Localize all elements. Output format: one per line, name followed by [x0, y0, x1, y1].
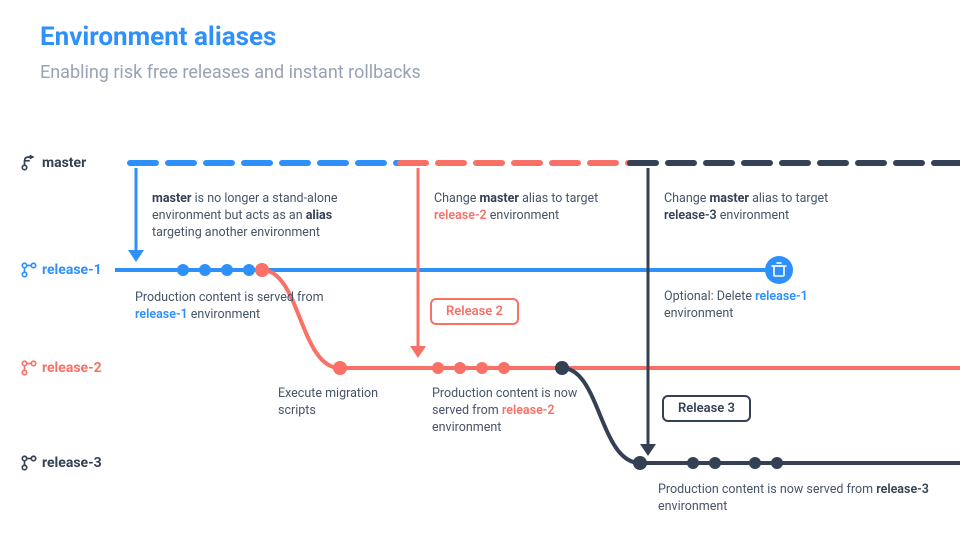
caption-served-r3: Production content is now served from re…	[658, 482, 938, 516]
diagram-root: Environment aliases Enabling risk free r…	[0, 0, 960, 540]
caption-delete-r1: Optional: Delete release-1 environment	[664, 289, 844, 323]
caption-master-alias: master is no longer a stand-alone enviro…	[152, 191, 376, 242]
tag-release-3: Release 3	[662, 395, 751, 422]
caption-change-r2: Change master alias to target release-2 …	[434, 191, 604, 225]
caption-migration: Execute migration scripts	[278, 386, 408, 420]
caption-served-r2: Production content is now served from re…	[432, 386, 612, 437]
caption-served-r1: Production content is served from releas…	[135, 290, 325, 324]
diagram-canvas	[0, 0, 960, 540]
tag-release-2: Release 2	[430, 298, 519, 325]
caption-change-r3: Change master alias to target release-3 …	[664, 191, 834, 225]
